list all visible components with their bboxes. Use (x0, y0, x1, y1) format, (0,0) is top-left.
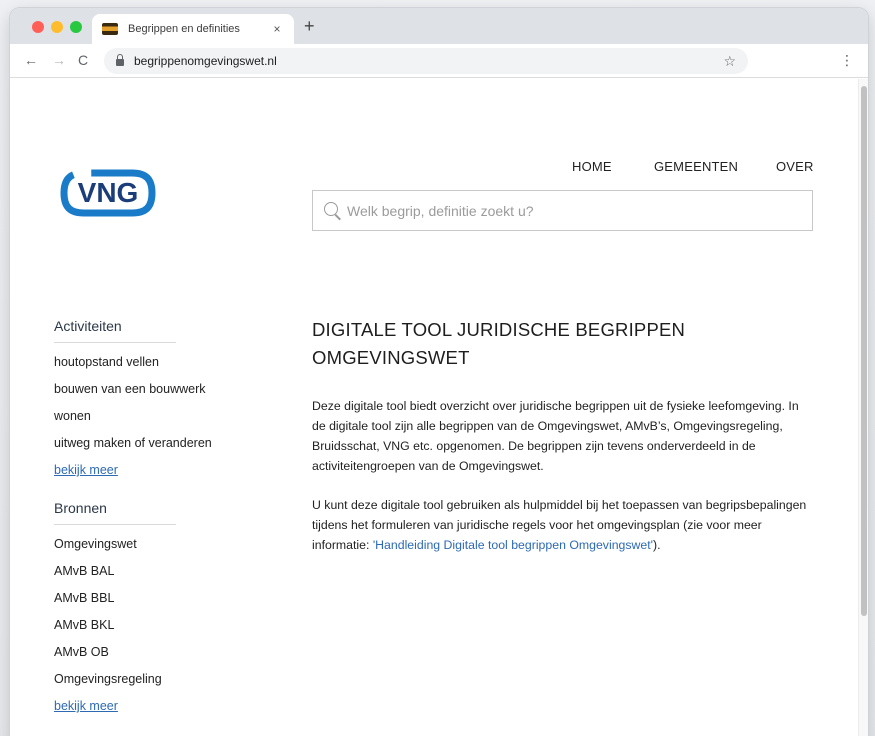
sidebar: Activiteiten houtopstand vellen bouwen v… (54, 318, 234, 720)
scrollbar-thumb[interactable] (861, 86, 867, 616)
sidebar-group-bronnen: Bronnen Omgevingswet AMvB BAL AMvB BBL A… (54, 500, 234, 720)
nav-over[interactable]: OVER (776, 159, 814, 174)
bookmark-star-icon[interactable]: ☆ (723, 53, 736, 70)
tab-begrippen[interactable]: Begrippen en definities × (92, 14, 294, 44)
sidebar-item-amvb-bal[interactable]: AMvB BAL (54, 558, 234, 585)
new-tab-button[interactable]: + (304, 17, 315, 35)
forward-arrow-icon[interactable]: → (52, 52, 66, 68)
tab-close-icon[interactable]: × (270, 22, 284, 36)
intro-paragraph: Deze digitale tool biedt overzicht over … (312, 399, 799, 473)
browser-menu-icon[interactable]: ⋮ (840, 52, 854, 68)
back-arrow-icon[interactable]: ← (24, 52, 38, 68)
search-input[interactable] (347, 202, 802, 219)
maximize-window-button[interactable] (70, 21, 82, 33)
main-navigation: HOME GEMEENTEN OVER (10, 159, 858, 179)
nav-home[interactable]: HOME (572, 159, 612, 174)
web-page: VNG HOME GEMEENTEN OVER Activiteiten hou… (10, 79, 858, 736)
search-icon (323, 201, 343, 221)
sidebar-group-activiteiten: Activiteiten houtopstand vellen bouwen v… (54, 318, 234, 484)
search-box[interactable] (312, 190, 813, 231)
handleiding-link[interactable]: 'Handleiding Digitale tool begrippen Omg… (373, 538, 653, 552)
tab-title: Begrippen en definities (128, 23, 240, 35)
sidebar-item-omgevingsregeling[interactable]: Omgevingsregeling (54, 666, 234, 693)
sidebar-item-wonen[interactable]: wonen (54, 403, 234, 430)
sidebar-item-uitweg[interactable]: uitweg maken of veranderen (54, 430, 234, 457)
activiteiten-more-link[interactable]: bekijk meer (54, 457, 234, 484)
address-bar[interactable]: begrippenomgevingswet.nl ☆ (104, 48, 748, 74)
logo-text: VNG (78, 177, 139, 208)
sidebar-heading-activiteiten: Activiteiten (54, 318, 176, 343)
sidebar-item-amvb-ob[interactable]: AMvB OB (54, 639, 234, 666)
browser-toolbar: ← → C begrippenomgevingswet.nl ☆ ⋮ (10, 44, 868, 78)
site-favicon-icon (102, 23, 118, 35)
minimize-window-button[interactable] (51, 21, 63, 33)
sidebar-item-amvb-bkl[interactable]: AMvB BKL (54, 612, 234, 639)
lock-icon[interactable] (116, 54, 124, 66)
sidebar-heading-bronnen: Bronnen (54, 500, 176, 525)
sidebar-item-bouwen[interactable]: bouwen van een bouwwerk (54, 376, 234, 403)
sidebar-item-omgevingswet[interactable]: Omgevingswet (54, 531, 234, 558)
sidebar-item-houtopstand-vellen[interactable]: houtopstand vellen (54, 349, 234, 376)
bronnen-more-link[interactable]: bekijk meer (54, 693, 234, 720)
usage-text-end: ). (653, 538, 661, 552)
sidebar-item-amvb-bbl[interactable]: AMvB BBL (54, 585, 234, 612)
tab-strip: Begrippen en definities × + (10, 8, 868, 44)
nav-gemeenten[interactable]: GEMEENTEN (654, 159, 738, 174)
address-url[interactable]: begrippenomgevingswet.nl (134, 54, 723, 68)
reload-icon[interactable]: C (78, 52, 88, 68)
main-content: DIGITALE TOOL JURIDISCHE BEGRIPPEN OMGEV… (312, 316, 812, 555)
close-window-button[interactable] (32, 21, 44, 33)
usage-paragraph: U kunt deze digitale tool gebruiken als … (312, 495, 812, 555)
browser-window: Begrippen en definities × + ← → C begrip… (10, 8, 868, 736)
page-title: DIGITALE TOOL JURIDISCHE BEGRIPPEN OMGEV… (312, 319, 686, 368)
